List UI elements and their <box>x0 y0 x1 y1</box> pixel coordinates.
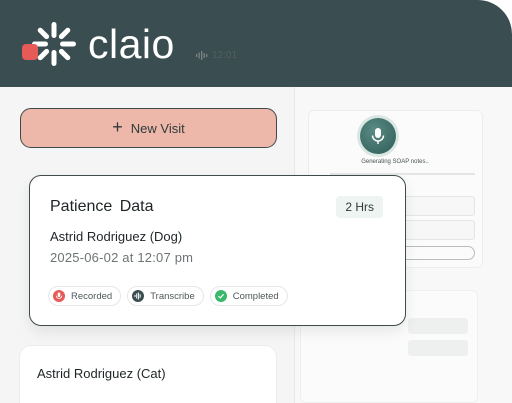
chip-label: Recorded <box>71 290 113 302</box>
visit-datetime: 2025-06-02 at 12:07 pm <box>50 250 194 265</box>
waveform-icon <box>132 290 145 302</box>
soap-status-text: Generating SOAP notes.. <box>361 159 429 165</box>
patient-name: Astrid Rodriguez (Dog) <box>50 229 183 244</box>
brand-logo[interactable]: claio <box>30 20 175 68</box>
chip-label: Completed <box>232 290 279 302</box>
claio-logo-icon <box>32 22 76 66</box>
recording-icon <box>22 44 38 60</box>
check-icon <box>214 290 227 302</box>
soap-field-1 <box>400 196 475 216</box>
microphone-icon <box>371 128 385 144</box>
chip-label: Transcribe <box>150 290 195 302</box>
record-mic-button[interactable] <box>360 118 396 154</box>
patient-data-card[interactable]: Patience Data 2 Hrs Astrid Rodriguez (Do… <box>29 175 406 326</box>
new-visit-button[interactable]: + New Visit <box>20 108 277 148</box>
soap-action-pill[interactable] <box>400 246 475 260</box>
secondary-row-2 <box>408 340 468 356</box>
secondary-row-1 <box>408 318 468 334</box>
plus-icon: + <box>112 117 123 137</box>
duration-badge: 2 Hrs <box>336 196 383 218</box>
brand-name: claio <box>88 20 175 67</box>
chip-transcribe: Transcribe <box>127 286 204 306</box>
app-window: claio Generating SOAP notes.. + New Visi… <box>0 0 512 403</box>
visit-list-item[interactable]: Astrid Rodriguez (Cat) <box>19 345 277 403</box>
new-visit-label: New Visit <box>130 120 185 136</box>
visit-time: 12:01 <box>212 50 238 61</box>
app-header: claio <box>0 0 512 87</box>
mic-icon <box>53 290 65 302</box>
soap-field-2 <box>400 220 475 240</box>
status-chips: Recorded Transcribe Completed <box>48 286 288 306</box>
chip-recorded: Recorded <box>48 286 122 306</box>
card-title: Patience Data <box>50 198 154 215</box>
waveform-icon <box>196 51 208 60</box>
chip-completed: Completed <box>209 286 288 306</box>
visit-patient-name: Astrid Rodriguez (Cat) <box>37 366 166 381</box>
